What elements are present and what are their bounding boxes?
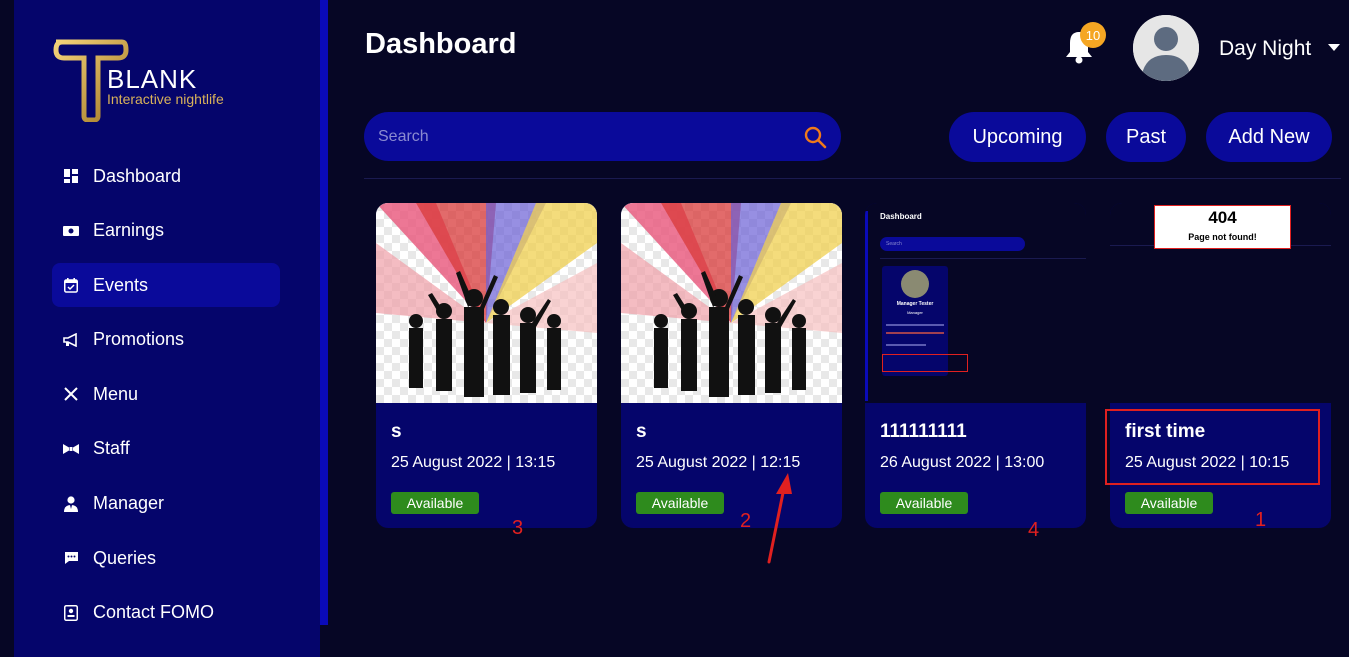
event-image: 404 Page not found!	[1110, 203, 1331, 403]
annotation-number: 4	[1028, 519, 1040, 541]
user-name[interactable]: Day Night	[1219, 37, 1311, 61]
thumb-divider	[880, 258, 1086, 259]
sidebar-scrollbar[interactable]	[320, 0, 328, 625]
annotation-number: 3	[512, 517, 524, 539]
avatar[interactable]	[1133, 15, 1199, 81]
brand-tagline: Interactive nightlife	[107, 91, 224, 107]
search-icon[interactable]	[803, 125, 827, 149]
add-new-button[interactable]: Add New	[1206, 112, 1332, 162]
contact-icon	[63, 604, 79, 621]
search-bar	[364, 112, 841, 161]
sidebar-item-staff[interactable]: Staff	[52, 427, 280, 471]
event-date: 26 August 2022 | 13:00	[880, 454, 1045, 471]
sidebar-item-contact-fomo[interactable]: Contact FOMO	[52, 591, 280, 635]
bowtie-icon	[63, 441, 79, 457]
sidebar-item-label: Contact FOMO	[93, 602, 215, 623]
grid-icon	[63, 168, 79, 184]
money-icon	[63, 223, 79, 239]
sidebar-nav: Dashboard Earnings Events Promotions Men…	[52, 154, 280, 645]
status-badge: Available	[1125, 492, 1213, 514]
chat-icon	[63, 550, 79, 566]
event-image: Dashboard Search Manager Tester Manager	[865, 203, 1086, 403]
sidebar-item-label: Staff	[93, 438, 130, 459]
thumb-404-box: 404 Page not found!	[1154, 205, 1291, 249]
event-card[interactable]: Dashboard Search Manager Tester Manager …	[865, 203, 1086, 528]
annotation-highlight-box	[1105, 409, 1320, 485]
past-button[interactable]: Past	[1106, 112, 1186, 162]
annotation-number: 2	[740, 510, 752, 532]
status-badge: Available	[391, 492, 479, 514]
sidebar-item-events[interactable]: Events	[52, 263, 280, 308]
status-badge: Available	[880, 492, 968, 514]
thumb-title: Dashboard	[880, 212, 922, 221]
thumb-search: Search	[880, 237, 1025, 251]
calendar-icon	[63, 277, 79, 293]
thumb-detail-line	[886, 324, 944, 326]
sidebar-item-label: Promotions	[93, 329, 185, 350]
user-tie-icon	[63, 495, 79, 512]
sidebar-item-dashboard[interactable]: Dashboard	[52, 154, 280, 198]
sidebar-item-queries[interactable]: Queries	[52, 536, 280, 580]
event-image	[376, 203, 597, 403]
thumb-avatar	[901, 270, 929, 298]
utensils-icon	[63, 386, 79, 402]
annotation-arrow-icon	[767, 473, 792, 564]
sidebar-item-earnings[interactable]: Earnings	[52, 209, 280, 253]
sidebar-item-label: Earnings	[93, 220, 165, 241]
annotation-number: 1	[1255, 509, 1267, 531]
thumb-detail-line	[886, 344, 926, 346]
notification-badge: 10	[1080, 22, 1106, 48]
divider	[364, 178, 1341, 179]
event-title: 111111111	[880, 421, 967, 442]
brand-logo[interactable]: BLANK Interactive nightlife	[52, 38, 252, 123]
sidebar-item-label: Dashboard	[93, 165, 182, 186]
sidebar-item-manager[interactable]: Manager	[52, 482, 280, 526]
thumb-highlight-box	[882, 354, 968, 372]
sidebar-item-label: Menu	[93, 383, 139, 404]
sidebar-item-label: Queries	[93, 547, 157, 568]
sidebar-item-label: Events	[93, 274, 149, 295]
thumb-404-code: 404	[1208, 208, 1237, 227]
sidebar: BLANK Interactive nightlife Dashboard Ea…	[14, 0, 320, 657]
user-silhouette-icon	[1133, 15, 1199, 81]
thumb-sidebar-edge	[865, 211, 868, 401]
thumb-manager-name: Manager Tester	[896, 301, 934, 307]
status-badge: Available	[636, 492, 724, 514]
event-title: s	[636, 421, 647, 442]
sidebar-item-label: Manager	[93, 493, 165, 514]
sidebar-item-promotions[interactable]: Promotions	[52, 318, 280, 362]
event-image	[621, 203, 842, 403]
search-input[interactable]	[378, 127, 803, 146]
event-date: 25 August 2022 | 13:15	[391, 454, 556, 471]
upcoming-button[interactable]: Upcoming	[949, 112, 1086, 162]
event-card[interactable]: s 25 August 2022 | 13:15 Available	[376, 203, 597, 528]
chevron-down-icon[interactable]	[1328, 44, 1340, 51]
event-card[interactable]: s 25 August 2022 | 12:15 Available	[621, 203, 842, 528]
thumb-404-message: Page not found!	[1188, 232, 1257, 242]
page-title: Dashboard	[365, 28, 517, 60]
thumb-manager-role: Manager	[907, 310, 923, 315]
megaphone-icon	[63, 332, 79, 348]
sidebar-item-menu[interactable]: Menu	[52, 372, 280, 416]
thumb-detail-line	[886, 332, 944, 334]
event-title: s	[391, 421, 402, 442]
